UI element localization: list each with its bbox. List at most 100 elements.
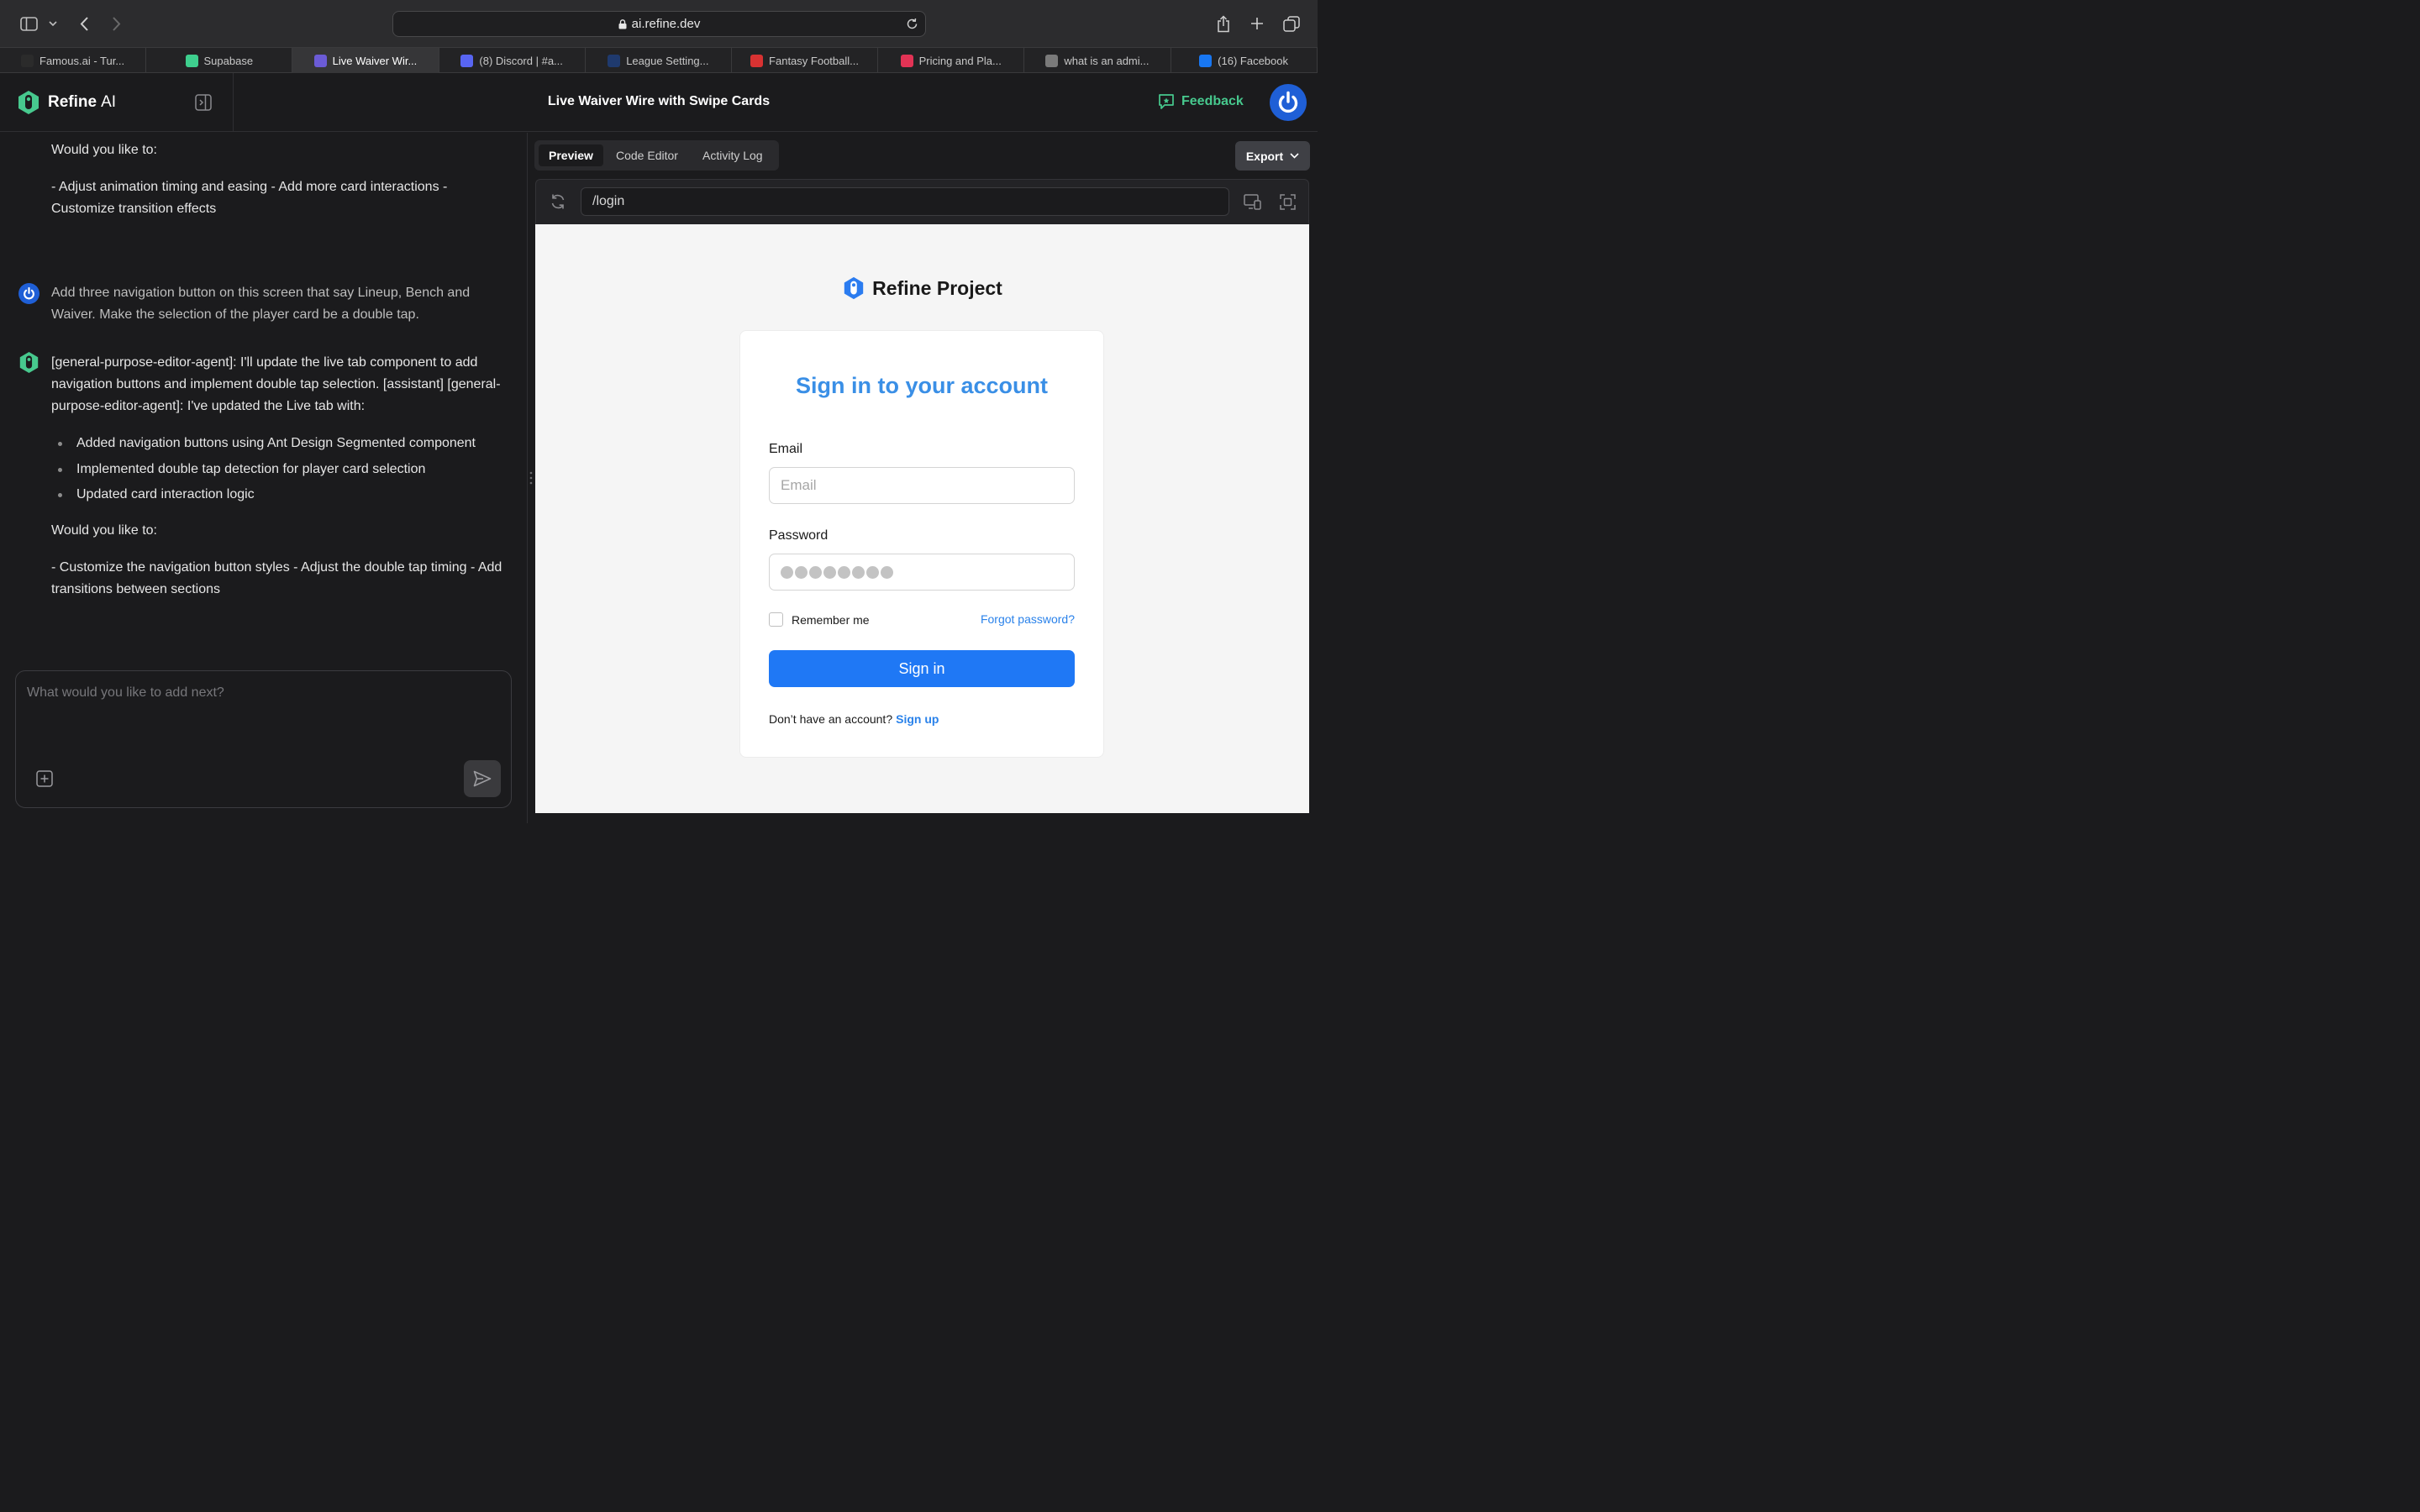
refine-logo-icon (19, 352, 39, 373)
password-dot (781, 565, 793, 579)
refine-project-logo-icon (844, 276, 864, 300)
browser-tab-label: what is an admi... (1064, 54, 1150, 67)
chat-suggestions-heading-2: Would you like to: (51, 523, 157, 538)
browser-tab[interactable]: Supabase (146, 48, 293, 73)
resize-handle-icon[interactable] (529, 470, 533, 486)
tab-code-editor[interactable]: Code Editor (606, 144, 688, 166)
project-logo: Refine Project (535, 276, 1309, 300)
rocket-icon (21, 54, 34, 67)
browser-tab-label: (8) Discord | #a... (479, 54, 563, 67)
browser-tab[interactable]: Live Waiver Wir... (292, 48, 439, 73)
facebook-icon (1199, 54, 1213, 67)
no-account-text: Don’t have an account? (769, 712, 893, 726)
avatar[interactable] (1270, 84, 1307, 121)
feedback-icon (1159, 94, 1174, 109)
new-tab-icon[interactable] (1249, 12, 1265, 35)
password-dot (823, 565, 836, 579)
chat-suggestions-1: - Adjust animation timing and easing - A… (51, 180, 448, 216)
email-field[interactable]: Email (769, 467, 1075, 504)
remember-label: Remember me (792, 612, 870, 627)
share-icon[interactable] (1214, 12, 1233, 35)
panel-splitter[interactable] (527, 133, 528, 823)
address-url: ai.refine.dev (631, 17, 701, 31)
login-title: Sign in to your account (795, 373, 1048, 398)
browser-tab[interactable]: Famous.ai - Tur... (0, 48, 147, 73)
nfl-icon (750, 54, 764, 67)
composer-input[interactable]: What would you like to add next? (27, 685, 224, 701)
browser-tab-bar: Famous.ai - Tur... Supabase Live Waiver Wi… (0, 48, 1318, 73)
sign-up-link[interactable]: Sign up (896, 712, 939, 726)
list-item: Added navigation buttons using Ant Desig… (51, 431, 505, 457)
remember-checkbox[interactable] (769, 612, 783, 627)
password-dot (852, 565, 865, 579)
brand-suffix: AI (101, 93, 117, 111)
login-card: Sign in to your account Email Email Pass… (739, 330, 1104, 758)
list-item: Implemented double tap detection for pla… (51, 457, 505, 483)
browser-tab[interactable]: (8) Discord | #a... (439, 48, 586, 73)
message-composer[interactable]: What would you like to add next? (15, 670, 512, 808)
browser-tab[interactable]: Pricing and Pla... (878, 48, 1025, 73)
sign-in-button[interactable]: Sign in (769, 650, 1075, 687)
preview-mode-tabs: Preview Code Editor Activity Log (534, 140, 779, 171)
preview-toolbar: /login (535, 179, 1309, 224)
browser-tab-label: League Setting... (626, 54, 709, 67)
responsive-view-icon[interactable] (1244, 194, 1261, 214)
browser-tab-label: Supabase (203, 54, 254, 67)
agent-message: [general-purpose-editor-agent]: I'll upd… (51, 355, 501, 413)
power-icon (1278, 91, 1298, 113)
refine-swirl-icon (313, 54, 327, 67)
pricing-icon (900, 54, 913, 67)
address-bar[interactable]: ai.refine.dev (392, 11, 926, 37)
project-title: Live Waiver Wire with Swipe Cards (547, 94, 771, 108)
forward-icon[interactable] (108, 12, 124, 35)
feedback-button[interactable]: Feedback (1158, 93, 1244, 110)
export-label: Export (1245, 149, 1284, 163)
chat-suggestions-2: - Customize the navigation button styles… (51, 560, 502, 596)
browser-tab[interactable]: Fantasy Football... (732, 48, 879, 73)
refresh-icon[interactable] (550, 193, 566, 214)
browser-tab-label: (16) Facebook (1218, 54, 1288, 67)
tab-overview-icon[interactable] (1282, 12, 1301, 35)
reload-icon[interactable] (906, 18, 918, 30)
header-divider (233, 73, 234, 132)
preview-viewport: Refine Project Sign in to your account E… (535, 224, 1309, 813)
back-icon[interactable] (76, 12, 92, 35)
discord-icon (460, 54, 474, 67)
chat-panel: Would you like to: - Adjust animation ti… (0, 133, 527, 823)
tab-preview[interactable]: Preview (539, 144, 603, 166)
agent-avatar (18, 352, 39, 373)
user-message: Add three navigation button on this scre… (51, 286, 471, 322)
refine-logo-icon (18, 91, 39, 114)
app-header: Refine AI Live Waiver Wire with Swipe Ca… (0, 73, 1318, 132)
supabase-icon (185, 54, 198, 67)
fullscreen-icon[interactable] (1280, 194, 1296, 214)
sidebar-toggle-icon[interactable] (18, 12, 39, 35)
remember-me[interactable]: Remember me (769, 612, 870, 627)
browser-tab-label: Fantasy Football... (769, 54, 859, 67)
password-dot (809, 565, 822, 579)
browser-tab[interactable]: League Setting... (586, 48, 732, 73)
brand-logo[interactable]: Refine AI (17, 90, 116, 115)
browser-tab[interactable]: what is an admi... (1024, 48, 1171, 73)
forgot-password-link[interactable]: Forgot password? (981, 612, 1075, 626)
export-button[interactable]: Export (1235, 141, 1310, 171)
browser-toolbar: ai.refine.dev (0, 0, 1318, 48)
chevron-down-icon[interactable] (47, 12, 59, 35)
send-button[interactable] (464, 760, 501, 797)
feedback-label: Feedback (1181, 94, 1244, 108)
browser-tab[interactable]: (16) Facebook (1171, 48, 1318, 73)
lock-icon (618, 18, 627, 29)
browser-tab-label: Famous.ai - Tur... (39, 54, 125, 67)
send-icon (473, 770, 492, 787)
collapse-sidebar-icon[interactable] (195, 94, 212, 115)
password-field[interactable] (769, 554, 1075, 591)
project-name: Refine Project (872, 276, 1002, 299)
tab-activity-log[interactable]: Activity Log (692, 144, 773, 166)
brand-name: Refine (48, 93, 97, 111)
nfl-shield-icon (608, 54, 621, 67)
add-attachment-icon[interactable] (36, 770, 53, 791)
preview-path-input[interactable]: /login (581, 187, 1229, 216)
email-label: Email (769, 442, 803, 456)
chevron-down-icon (1290, 153, 1299, 159)
password-label: Password (769, 528, 829, 543)
